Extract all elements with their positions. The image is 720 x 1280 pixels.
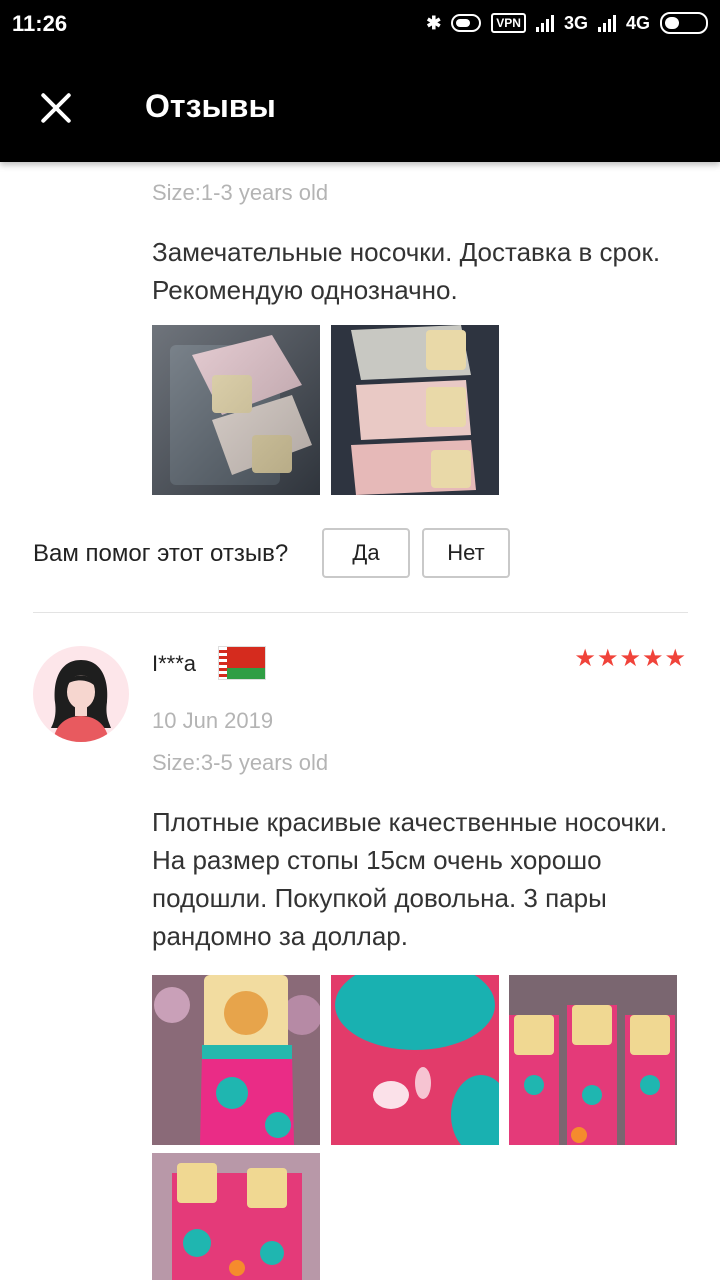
rating-stars: ★★★★★ <box>574 644 687 672</box>
network-3g: 3G <box>563 12 588 33</box>
status-icons: ✱ VPN 3G 4G <box>426 12 708 34</box>
review-date: 10 Jun 2019 <box>152 708 274 733</box>
vpn-icon: VPN <box>491 13 526 33</box>
app-header: Отзывы <box>0 52 720 162</box>
helpful-yes-button[interactable]: Да <box>322 528 410 578</box>
review-size: Size:1-3 years old <box>152 180 329 205</box>
review-text: Плотные красивые качественные носочки. Н… <box>152 807 668 951</box>
page-title: Отзывы <box>145 88 276 124</box>
helpful-no-button[interactable]: Нет <box>422 528 510 578</box>
review-photo[interactable] <box>331 975 499 1145</box>
network-4g: 4G <box>625 12 650 33</box>
review-photo[interactable] <box>331 325 499 495</box>
review-size: Size:3-5 years old <box>152 750 329 775</box>
avatar <box>33 646 129 742</box>
status-time: 11:26 <box>12 11 68 36</box>
review-photo[interactable] <box>152 1153 320 1280</box>
bluetooth-icon: ✱ <box>426 12 442 33</box>
reviewer-name: I***a <box>152 651 197 676</box>
signal-icon <box>535 14 554 32</box>
data-saver-icon <box>451 14 482 32</box>
status-bar: 11:26 ✱ VPN 3G 4G <box>0 0 720 52</box>
belarus-flag-icon <box>218 646 266 680</box>
review-photo[interactable] <box>152 325 320 495</box>
helpful-question: Вам помог этот отзыв? <box>33 540 289 567</box>
review-photo[interactable] <box>152 975 320 1145</box>
review-text: Замечательные носочки. Доставка в срок. … <box>152 237 661 305</box>
review-photo[interactable] <box>509 975 677 1145</box>
close-icon[interactable] <box>38 90 74 126</box>
battery-icon <box>660 12 708 34</box>
signal-icon-2 <box>597 14 616 32</box>
divider <box>33 612 688 613</box>
